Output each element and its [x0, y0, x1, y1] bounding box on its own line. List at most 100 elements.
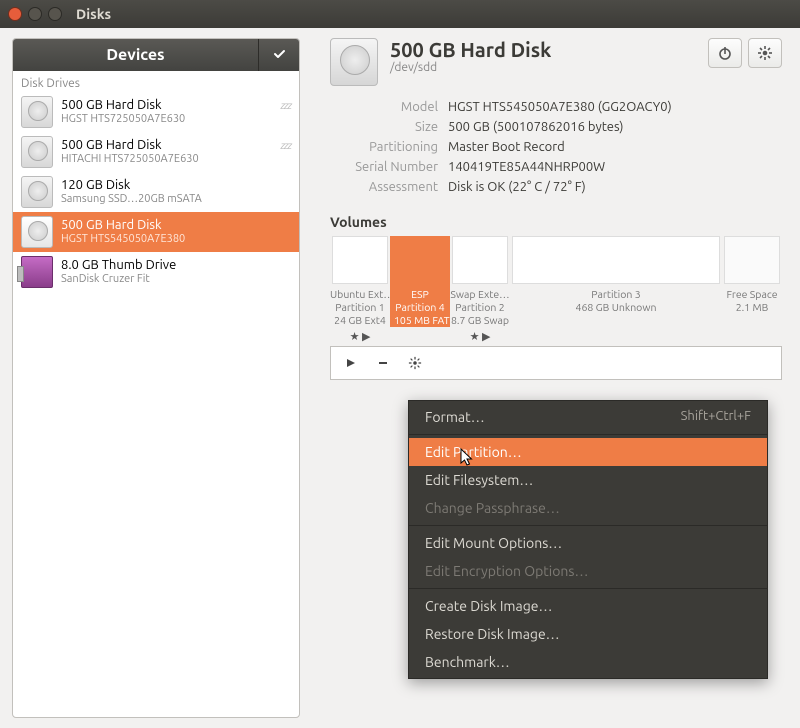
volume-label: Swap Exte…: [450, 288, 510, 301]
menu-separator: [409, 588, 767, 589]
window-titlebar: Disks: [0, 0, 800, 28]
prop-val-size: 500 GB (500107862016 bytes): [448, 120, 782, 134]
mount-button[interactable]: [337, 350, 365, 376]
drive-sub: HITACHI HTS725050A7E630: [61, 153, 199, 166]
prop-key-size: Size: [330, 120, 438, 134]
volume-block[interactable]: Free Space2.1 MB: [722, 236, 782, 314]
volume-flags: ★ ▶: [450, 331, 510, 345]
sidebar-section-label: Disk Drives: [13, 71, 299, 92]
thumb-drive-icon: [21, 256, 53, 288]
volume-label: 2.1 MB: [722, 301, 782, 314]
volumes-section-title: Volumes: [330, 214, 782, 230]
prop-val-assessment: Disk is OK (22° C / 72° F): [448, 180, 782, 194]
menu-separator: [409, 434, 767, 435]
volume-label: Partition 3: [510, 288, 722, 301]
drive-name: 120 GB Disk: [61, 178, 202, 193]
window-minimize-button[interactable]: [28, 7, 42, 21]
volume-label: 105 MB FAT: [394, 314, 446, 327]
partition-options-button[interactable]: [401, 350, 429, 376]
drive-sub: SanDisk Cruzer Fit: [61, 273, 176, 286]
drive-list-item[interactable]: 500 GB Hard DiskHITACHI HTS725050A7E630 z…: [13, 132, 299, 172]
drive-list-item[interactable]: 500 GB Hard DiskHGST HTS545050A7E380: [13, 212, 299, 252]
menu-item[interactable]: Edit Filesystem…: [409, 466, 767, 494]
drive-sub: Samsung SSD…20GB mSATA: [61, 193, 202, 206]
volume-flags: ★ ▶: [330, 331, 390, 345]
prop-val-serial: 140419TE85A44NHRP00W: [448, 160, 782, 174]
drive-name: 500 GB Hard Disk: [61, 98, 185, 113]
menu-item-label: Create Disk Image…: [425, 598, 552, 614]
menu-item-label: Restore Disk Image…: [425, 626, 560, 642]
volume-bar: [392, 236, 448, 284]
volume-bar: [724, 236, 780, 284]
disk-icon: [330, 38, 378, 86]
menu-item-label: Edit Partition…: [425, 444, 522, 460]
prop-val-model: HGST HTS545050A7E380 (GG2OACY0): [448, 100, 782, 114]
disk-options-button[interactable]: [748, 38, 782, 68]
menu-separator: [409, 525, 767, 526]
sidebar: Devices Disk Drives 500 GB Hard DiskHGST…: [0, 28, 300, 728]
volume-bar: [512, 236, 720, 284]
drive-list-item[interactable]: 120 GB DiskSamsung SSD…20GB mSATA: [13, 172, 299, 212]
volume-bar: [332, 236, 388, 284]
menu-item-label: Edit Mount Options…: [425, 535, 562, 551]
drive-list-item[interactable]: 8.0 GB Thumb DriveSanDisk Cruzer Fit: [13, 252, 299, 292]
rescan-button[interactable]: [259, 39, 299, 71]
menu-item[interactable]: Edit Partition…: [409, 438, 767, 466]
sleep-indicator-icon: zzz: [281, 100, 291, 111]
sidebar-header-label-wrap: Devices: [13, 39, 259, 71]
disk-title: 500 GB Hard Disk: [390, 38, 551, 61]
volume-block[interactable]: ESPPartition 4105 MB FAT: [390, 236, 450, 327]
volume-label: 468 GB Unknown: [510, 301, 722, 314]
volume-block[interactable]: Partition 3468 GB Unknown: [510, 236, 722, 314]
window-close-button[interactable]: [8, 7, 22, 21]
menu-item-label: Change Passphrase…: [425, 500, 560, 516]
prop-val-partitioning: Master Boot Record: [448, 140, 782, 154]
power-button[interactable]: [708, 38, 742, 68]
hard-disk-icon: [21, 176, 53, 208]
volume-label: Partition 1: [330, 301, 390, 314]
sleep-indicator-icon: zzz: [281, 140, 291, 151]
volume-block[interactable]: Swap Exte…Partition 28.7 GB Swap ★ ▶: [450, 236, 510, 345]
menu-item[interactable]: Restore Disk Image…: [409, 620, 767, 648]
main-title-block: 500 GB Hard Disk /dev/sdd: [390, 38, 551, 86]
volume-label: Partition 2: [450, 301, 510, 314]
volume-block[interactable]: Ubuntu Ext…Partition 124 GB Ext4★ ▶: [330, 236, 390, 345]
menu-item[interactable]: Edit Mount Options…: [409, 529, 767, 557]
prop-key-assessment: Assessment: [330, 180, 438, 194]
menu-item[interactable]: Benchmark…: [409, 648, 767, 676]
delete-partition-button[interactable]: [369, 350, 397, 376]
drive-text: 500 GB Hard DiskHITACHI HTS725050A7E630: [61, 138, 199, 166]
volume-label: 8.7 GB Swap: [450, 314, 510, 327]
drive-text: 8.0 GB Thumb DriveSanDisk Cruzer Fit: [61, 258, 176, 286]
menu-item-accelerator: Shift+Ctrl+F: [681, 409, 751, 425]
drive-name: 8.0 GB Thumb Drive: [61, 258, 176, 273]
menu-item-label: Edit Filesystem…: [425, 472, 533, 488]
drive-sub: HGST HTS725050A7E630: [61, 113, 185, 126]
volume-bar: [452, 236, 508, 284]
menu-item-label: Benchmark…: [425, 654, 510, 670]
sidebar-header-label: Devices: [106, 46, 164, 64]
window-maximize-button[interactable]: [48, 7, 62, 21]
volume-label: Partition 4: [394, 301, 446, 314]
volume-label: 24 GB Ext4: [330, 314, 390, 327]
drive-text: 500 GB Hard DiskHGST HTS725050A7E630: [61, 98, 185, 126]
menu-item-label: Edit Encryption Options…: [425, 563, 588, 579]
drive-name: 500 GB Hard Disk: [61, 138, 199, 153]
prop-key-model: Model: [330, 100, 438, 114]
menu-item[interactable]: Format… Shift+Ctrl+F: [409, 403, 767, 431]
drive-list-item[interactable]: 500 GB Hard DiskHGST HTS725050A7E630 zzz: [13, 92, 299, 132]
menu-item: Change Passphrase…: [409, 494, 767, 522]
sidebar-frame: Devices Disk Drives 500 GB Hard DiskHGST…: [12, 38, 300, 718]
menu-item-label: Format…: [425, 409, 485, 425]
menu-item: Edit Encryption Options…: [409, 557, 767, 585]
prop-key-serial: Serial Number: [330, 160, 438, 174]
drive-name: 500 GB Hard Disk: [61, 218, 185, 233]
drive-text: 120 GB DiskSamsung SSD…20GB mSATA: [61, 178, 202, 206]
partition-context-menu: Format… Shift+Ctrl+F Edit Partition… Edit F…: [408, 400, 768, 679]
drive-text: 500 GB Hard DiskHGST HTS545050A7E380: [61, 218, 185, 246]
main-header: 500 GB Hard Disk /dev/sdd: [330, 38, 782, 86]
volume-label: Free Space: [722, 288, 782, 301]
menu-item[interactable]: Create Disk Image…: [409, 592, 767, 620]
disk-properties: Model HGST HTS545050A7E380 (GG2OACY0) Si…: [330, 100, 782, 194]
disk-device-path: /dev/sdd: [390, 61, 551, 74]
